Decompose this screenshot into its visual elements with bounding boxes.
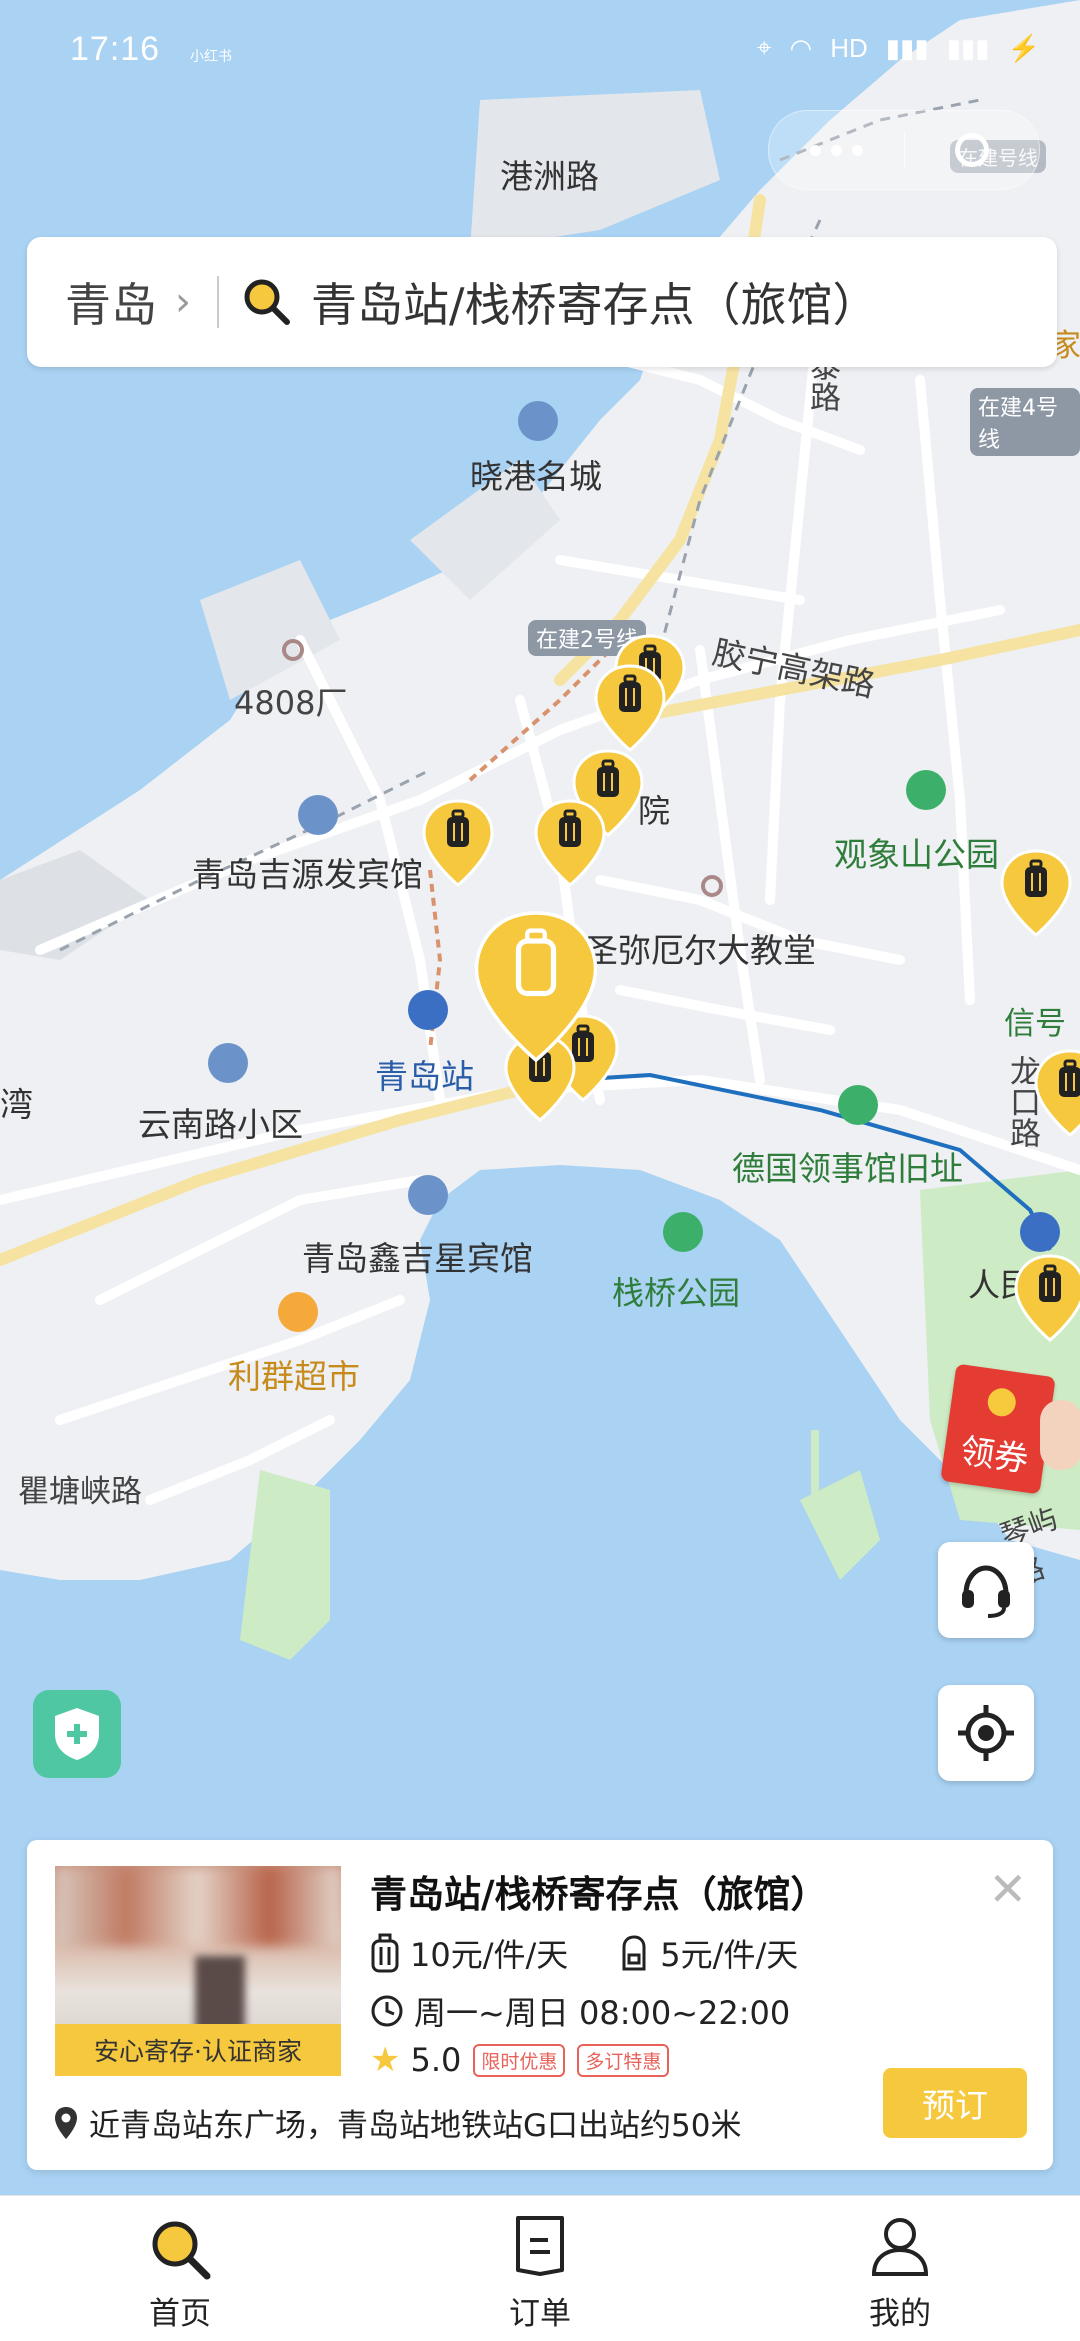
wifi-icon: ◠ — [789, 32, 813, 63]
close-icon[interactable]: ✕ — [988, 1862, 1027, 1916]
status-bar: 17:16 小红书 ⌖ ◠ HD ▮▮▮ ▮▮▮ ⚡ — [0, 0, 1080, 105]
tab-label: 首页 — [149, 2296, 211, 2332]
backpack-icon — [618, 1933, 650, 1973]
tab-profile[interactable]: 我的 — [810, 2196, 990, 2341]
storage-pin[interactable] — [534, 799, 606, 887]
city-selector[interactable]: 青岛 — [65, 269, 157, 335]
signal-icon-2: ▮▮▮ — [946, 32, 990, 63]
tab-orders[interactable]: 订单 — [450, 2196, 630, 2341]
storage-pin[interactable] — [1014, 1254, 1080, 1342]
search-input[interactable]: 青岛站/栈桥寄存点（旅馆） — [311, 269, 879, 335]
location-icon: ⌖ — [756, 32, 772, 62]
store-photo[interactable]: 安心寄存·认证商家 — [55, 1866, 341, 2076]
tab-label: 我的 — [869, 2296, 931, 2332]
chevron-right-icon: › — [175, 279, 191, 325]
order-icon — [516, 2216, 564, 2276]
poi-icon — [282, 639, 304, 661]
customer-service-button[interactable] — [938, 1542, 1034, 1638]
camera-icon — [838, 1085, 878, 1125]
business-hours: 周一~周日 08:00~22:00 — [414, 1994, 791, 2032]
promo-tag: 限时优惠 — [473, 2043, 566, 2077]
miniprogram-capsule[interactable] — [768, 110, 1040, 190]
locate-icon — [958, 1705, 1014, 1761]
store-card[interactable]: 安心寄存·认证商家 青岛站/栈桥寄存点（旅馆） ✕ 10元/件/天 5元/件/天… — [27, 1840, 1053, 2170]
status-time: 17:16 — [70, 30, 161, 68]
search-bar[interactable]: 青岛 › 青岛站/栈桥寄存点（旅馆） — [27, 237, 1057, 367]
status-app-label: 小红书 — [190, 49, 232, 65]
storage-pin[interactable] — [594, 664, 666, 752]
poi-icon — [208, 1043, 248, 1083]
certified-badge: 安心寄存·认证商家 — [55, 2024, 341, 2076]
price-row: 10元/件/天 5元/件/天 — [370, 1930, 798, 1976]
network-label: HD — [830, 32, 868, 63]
safety-button[interactable] — [33, 1690, 121, 1778]
star-icon: ★ — [370, 2040, 401, 2080]
battery-icon: ⚡ — [1007, 32, 1040, 63]
location-pin-icon — [55, 2106, 77, 2139]
storage-pin[interactable] — [1000, 849, 1072, 937]
storage-pin[interactable] — [422, 799, 494, 887]
more-button[interactable] — [769, 144, 904, 156]
locate-button[interactable] — [938, 1685, 1034, 1781]
home-search-icon — [152, 2221, 211, 2280]
tab-bar: 首页 订单 我的 — [0, 2195, 1080, 2341]
tab-home[interactable]: 首页 — [90, 2196, 270, 2341]
price-small-item: 5元/件/天 — [660, 1936, 799, 1974]
store-address: 近青岛站东广场，青岛站地铁站G口出站约50米 — [89, 2108, 742, 2144]
store-title: 青岛站/栈桥寄存点（旅馆） — [370, 1873, 828, 1916]
headset-icon — [962, 1565, 1010, 1618]
metro-icon — [1020, 1212, 1060, 1252]
station-icon — [408, 990, 448, 1030]
profile-icon — [871, 2218, 929, 2276]
rating-row: ★ 5.0 限时优惠 多订特惠 — [370, 2040, 670, 2080]
suitcase-icon — [370, 1933, 400, 1973]
coupon-button[interactable]: 领券 — [940, 1363, 1080, 1500]
tree-icon — [906, 770, 946, 810]
shield-icon — [55, 1708, 99, 1760]
price-large-item: 10元/件/天 — [410, 1936, 569, 1974]
storage-pin[interactable] — [1034, 1049, 1080, 1137]
park-icon — [663, 1212, 703, 1252]
book-button[interactable]: 预订 — [883, 2068, 1027, 2138]
signal-icon: ▮▮▮ — [885, 32, 929, 63]
poi-icon — [701, 875, 723, 897]
promo-tag: 多订特惠 — [577, 2043, 670, 2077]
close-miniprogram-button[interactable] — [905, 133, 1040, 167]
hotel-icon — [408, 1175, 448, 1215]
coupon-label: 领券 — [957, 1431, 1031, 1481]
search-icon — [244, 279, 290, 325]
clock-icon — [370, 1994, 404, 2028]
hotel-icon — [298, 795, 338, 835]
rating-value: 5.0 — [410, 2041, 462, 2079]
hours-row: 周一~周日 08:00~22:00 — [370, 1988, 790, 2034]
address-row: 近青岛站东广场，青岛站地铁站G口出站约50米 — [53, 2100, 741, 2145]
red-envelope-icon: 领券 — [940, 1363, 1056, 1495]
status-icons: ⌖ ◠ HD ▮▮▮ ▮▮▮ ⚡ — [757, 32, 1040, 64]
shop-icon — [278, 1292, 318, 1332]
tab-label: 订单 — [509, 2296, 571, 2332]
poi-icon — [518, 401, 558, 441]
